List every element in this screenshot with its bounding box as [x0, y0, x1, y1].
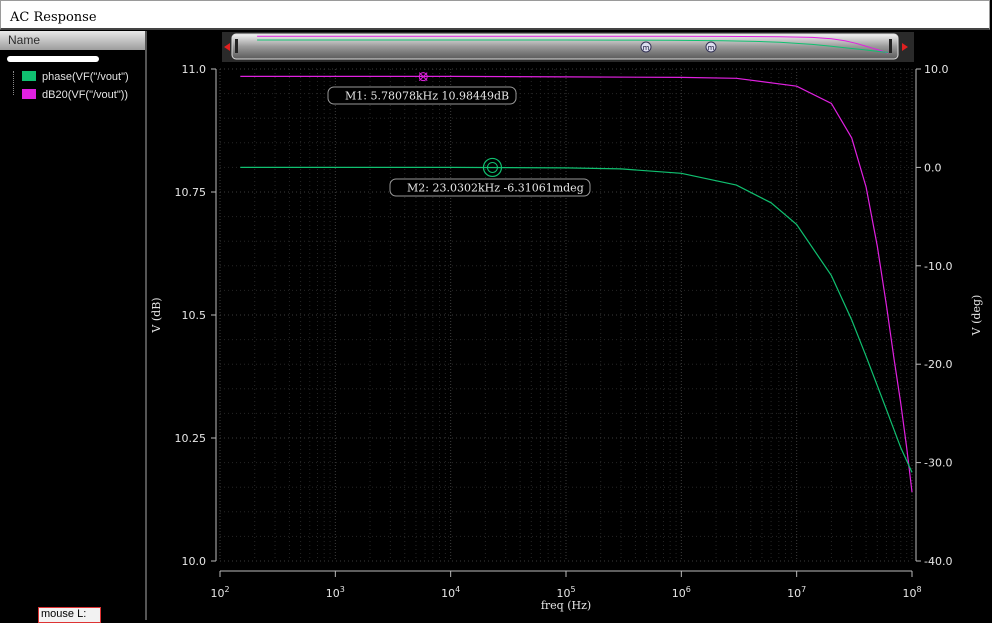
- left-tick-label: 10.25: [175, 432, 207, 445]
- tree-connector: [13, 71, 14, 95]
- plot-grid: [219, 68, 913, 562]
- legend-label: phase(VF("/vout"): [42, 71, 129, 83]
- x-tick-label: 108: [902, 585, 921, 600]
- left-handle-icon[interactable]: [235, 39, 238, 53]
- x-tick-label: 103: [326, 585, 345, 600]
- right-handle-icon[interactable]: [889, 39, 892, 53]
- right-tick-label: 10.0: [924, 63, 949, 76]
- overview-scrollbar[interactable]: m m: [222, 32, 914, 62]
- left-tick-label: 10.0: [182, 555, 207, 568]
- right-tick-label: 0.0: [924, 161, 942, 174]
- mouse-status: mouse L:: [38, 607, 101, 623]
- db20-trace[interactable]: [240, 75, 913, 493]
- ac-response-plot[interactable]: m m 11.0 10.75 10.5 10.25 10.0 10.0 0.0 -10.0 -2…: [148, 31, 992, 620]
- right-tick-label: -30.0: [924, 457, 952, 470]
- name-column-header[interactable]: Name: [0, 31, 145, 50]
- plot-markers: M1: 5.78078kHz 10.98449dB M2: 23.0302kHz …: [327, 72, 591, 197]
- x-tick-label: 102: [210, 585, 229, 600]
- legend-label: dB20(VF("/vout")): [42, 89, 129, 101]
- legend-swatch: [22, 71, 36, 81]
- plot-series: [240, 75, 913, 493]
- right-tick-label: -40.0: [924, 555, 952, 568]
- x-tick-label: 106: [672, 585, 691, 600]
- legend-item-phase[interactable]: phase(VF("/vout"): [22, 70, 129, 84]
- overview-window[interactable]: [231, 33, 899, 60]
- x-tick-label: 107: [787, 585, 806, 600]
- left-tick-label: 10.5: [182, 309, 207, 322]
- left-tick-label: 11.0: [182, 63, 207, 76]
- left-axis-label: V (dB): [150, 297, 163, 333]
- trace-sidebar: Name phase(VF("/vout") dB20(VF("/vout")): [0, 31, 147, 620]
- x-tick-label: 105: [556, 585, 575, 600]
- overview-marker-m2-glyph: m: [708, 44, 715, 52]
- window-title: AC Response: [10, 10, 97, 25]
- x-tick-label: 104: [441, 585, 460, 600]
- left-tick-label: 10.75: [175, 186, 207, 199]
- overview-marker-m1-glyph: m: [643, 44, 650, 52]
- right-tick-label: -10.0: [924, 260, 952, 273]
- phase-trace[interactable]: [240, 166, 913, 473]
- legend-item-db20[interactable]: dB20(VF("/vout")): [22, 88, 128, 102]
- window-title-bar: AC Response: [0, 0, 990, 30]
- sidebar-scrollbar[interactable]: [7, 56, 99, 62]
- right-axis-label: V (deg): [970, 295, 983, 337]
- marker-m2-label: M2: 23.0302kHz -6.31061mdeg: [407, 182, 584, 195]
- x-axis-label: freq (Hz): [541, 599, 591, 612]
- legend-swatch: [22, 89, 36, 99]
- marker-m1-label: M1: 5.78078kHz 10.98449dB: [345, 90, 509, 103]
- right-tick-label: -20.0: [924, 358, 952, 371]
